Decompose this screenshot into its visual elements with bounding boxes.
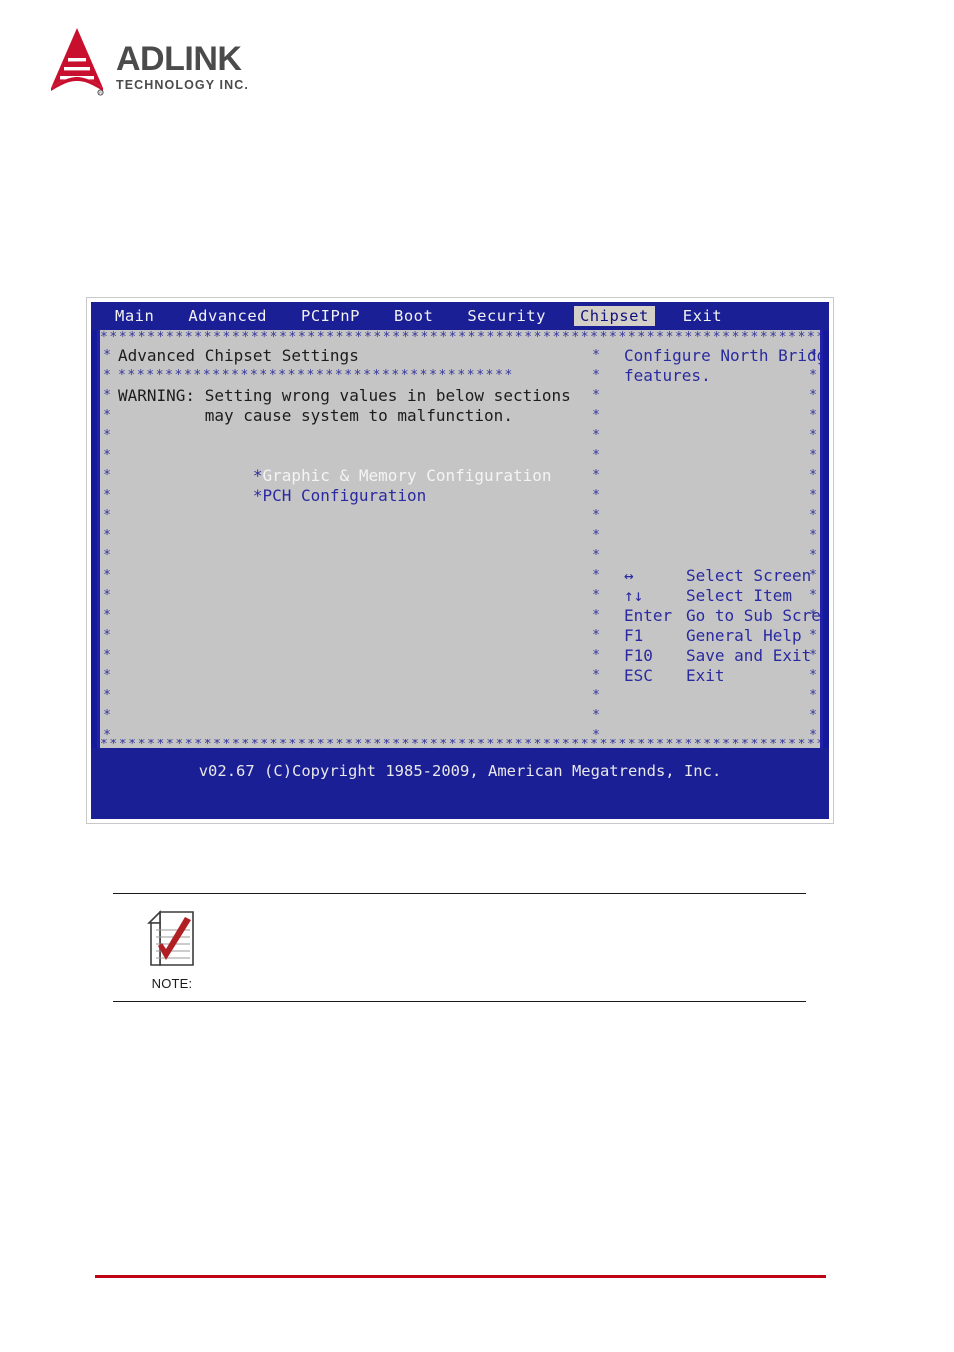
key-legend-f10: F10 Save and Exit <box>624 646 811 666</box>
adlink-triangle-logo-icon: R <box>48 26 106 98</box>
right-asterisk-column: * * * * * * * * * * * * * * * * * * * * <box>809 348 817 743</box>
bios-column-divider: * * * * * * * * * * * * * * * * * * * * <box>588 346 606 743</box>
key-legend-esc-key: ESC <box>624 666 653 685</box>
bios-left-column: * * * * * * * * * * * * * * * * * * * * Advanced Chipset Se… <box>100 346 588 743</box>
brand-tagline: TECHNOLOGY INC. <box>116 78 249 92</box>
note-bottom-rule <box>113 1001 806 1002</box>
page-header: R ADLINK TECHNOLOGY INC. <box>48 26 308 102</box>
menu-tab-boot[interactable]: Boot <box>388 306 439 326</box>
key-legend-f1-key: F1 <box>624 626 644 645</box>
menu-entry-graphic-memory-label: Graphic & Memory Configuration <box>262 466 552 485</box>
help-text-line-1: Configure North Bridge <box>624 346 823 365</box>
menu-tab-exit[interactable]: Exit <box>677 306 728 326</box>
key-legend-select-screen: ↔ Select Screen <box>624 566 811 586</box>
menu-tab-security[interactable]: Security <box>461 306 552 326</box>
key-legend-f10-label: Save and Exit <box>686 646 812 665</box>
key-legend-f1-label: General Help <box>686 626 802 645</box>
divider-asterisk-column: * * * * * * * * * * * * * * * * * * * * <box>592 348 600 743</box>
key-legend-enter-label: Go to Sub Screen <box>686 606 821 625</box>
bios-right-column: * * * * * * * * * * * * * * * * * * * * Configure North Bri… <box>606 346 823 743</box>
svg-text:R: R <box>99 91 102 95</box>
bullet-icon: * <box>252 466 263 485</box>
menu-entry-pch-label: PCH Configuration <box>262 486 427 505</box>
bios-screen: Main Advanced PCIPnP Boot Security Chips… <box>91 302 829 819</box>
key-legend-select-item-label: Select Item <box>686 586 792 605</box>
adlink-wordmark: ADLINK TECHNOLOGY INC. <box>116 26 249 92</box>
adlink-logo: R ADLINK TECHNOLOGY INC. <box>48 26 308 98</box>
bios-screenshot-figure: Main Advanced PCIPnP Boot Security Chips… <box>86 297 834 824</box>
key-legend-select-item: ↑↓ Select Item <box>624 586 804 606</box>
key-legend-f1: F1 General Help <box>624 626 804 646</box>
menu-tab-main[interactable]: Main <box>109 306 160 326</box>
warning-line-1: WARNING: Setting wrong values in below s… <box>118 386 571 405</box>
brand-name: ADLINK <box>116 40 242 78</box>
bullet-icon: * <box>252 486 263 505</box>
bios-help-panel: Configure North Bridge features. ↔ Selec… <box>624 346 823 686</box>
key-legend-enter-key: Enter <box>624 606 673 625</box>
menu-tab-pcipnp[interactable]: PCIPnP <box>295 306 366 326</box>
note-icon-block: NOTE: <box>143 910 201 991</box>
section-separator: ****************************************… <box>118 368 514 383</box>
menu-entry-graphic-memory[interactable]: *Graphic & Memory Configuration <box>118 446 584 485</box>
up-down-arrow-icon: ↑↓ <box>624 586 644 605</box>
note-body: NOTE: <box>113 894 806 1001</box>
key-legend-f10-key: F10 <box>624 646 653 665</box>
menu-tab-chipset[interactable]: Chipset <box>573 306 655 326</box>
note-label: NOTE: <box>151 976 193 991</box>
top-asterisk-border: ****************************************… <box>100 330 820 345</box>
key-legend-esc-label: Exit <box>686 666 725 685</box>
left-asterisk-column: * * * * * * * * * * * * * * * * * * * * <box>103 348 111 743</box>
note-callout: NOTE: <box>113 893 806 1002</box>
menu-tab-advanced[interactable]: Advanced <box>182 306 273 326</box>
bios-copyright-text: v02.67 (C)Copyright 1985-2009, American … <box>198 762 722 780</box>
bios-menu-bar[interactable]: Main Advanced PCIPnP Boot Security Chips… <box>91 302 829 330</box>
key-legend-select-screen-label: Select Screen <box>686 566 812 585</box>
footer-red-rule <box>95 1275 826 1278</box>
left-right-arrow-icon: ↔ <box>624 566 634 585</box>
bios-key-legend: ↔ Select Screen ↑↓ Select Item Enter Go to … <box>624 566 820 686</box>
key-legend-enter: Enter Go to Sub Screen <box>624 606 820 626</box>
bios-footer-bar: v02.67 (C)Copyright 1985-2009, American … <box>91 748 829 819</box>
bios-content-panel: ****************************************… <box>97 330 823 754</box>
note-document-check-icon <box>143 910 201 973</box>
warning-line-2: may cause system to malfunction. <box>118 406 513 425</box>
bios-left-content: Advanced Chipset Settings **************… <box>118 346 584 505</box>
section-title: Advanced Chipset Settings <box>118 346 359 365</box>
key-legend-esc: ESC Exit <box>624 666 804 686</box>
help-text-line-2: features. <box>624 366 711 385</box>
